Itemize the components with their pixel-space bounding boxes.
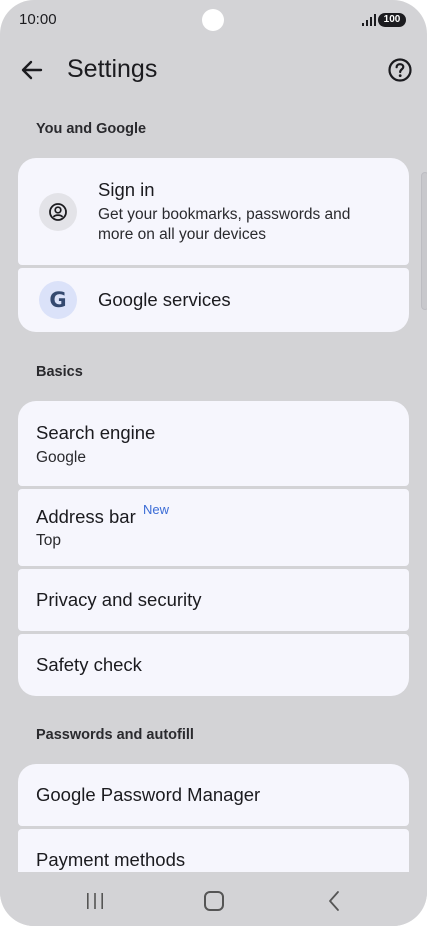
system-navigation-bar [0,872,427,926]
scrollbar[interactable] [421,172,427,310]
sign-in-title: Sign in [98,179,155,200]
search-engine-item[interactable]: Search engine Google [18,401,409,486]
app-bar: Settings [0,46,427,94]
safety-check-item[interactable]: Safety check [18,634,409,696]
section-header-basics: Basics [36,364,83,380]
sign-in-subtitle-line2: more on all your devices [98,226,266,243]
recents-icon[interactable] [84,892,106,910]
help-icon[interactable] [386,56,414,84]
sign-in-subtitle-line1: Get your bookmarks, passwords and [98,206,351,223]
home-icon[interactable] [204,891,224,911]
search-engine-title: Search engine [36,422,156,443]
payment-methods-title: Payment methods [36,849,186,870]
address-bar-item[interactable]: Address bar New Top [18,489,409,566]
section-header-passwords-and-autofill: Passwords and autofill [36,727,194,743]
google-services-item[interactable]: G Google services [18,268,409,332]
phone-screen: 10:00 100 Settings You and Google Sign i… [0,0,427,926]
sign-in-item[interactable]: Sign in Get your bookmarks, passwords an… [18,158,409,265]
address-bar-title: Address bar [36,506,136,527]
back-arrow-icon[interactable] [18,56,46,84]
new-badge: New [143,502,170,517]
status-time: 10:00 [19,11,57,28]
google-g-icon: G [39,281,77,319]
page-title: Settings [67,55,158,83]
safety-check-title: Safety check [36,654,142,675]
google-password-manager-title: Google Password Manager [36,784,261,805]
google-services-title: Google services [98,289,231,310]
battery-level: 100 [383,14,401,25]
address-bar-value: Top [36,532,61,549]
signal-icon [362,14,376,26]
account-circle-icon [39,193,77,231]
google-g-letter: G [49,288,67,312]
section-header-you-and-google: You and Google [36,121,147,137]
nav-back-icon[interactable] [326,890,342,912]
google-password-manager-item[interactable]: Google Password Manager [18,764,409,826]
privacy-and-security-item[interactable]: Privacy and security [18,569,409,631]
camera-cutout [202,9,224,31]
battery-icon: 100 [378,13,406,27]
search-engine-value: Google [36,449,86,466]
status-bar: 10:00 100 [0,0,427,40]
privacy-and-security-title: Privacy and security [36,589,202,610]
